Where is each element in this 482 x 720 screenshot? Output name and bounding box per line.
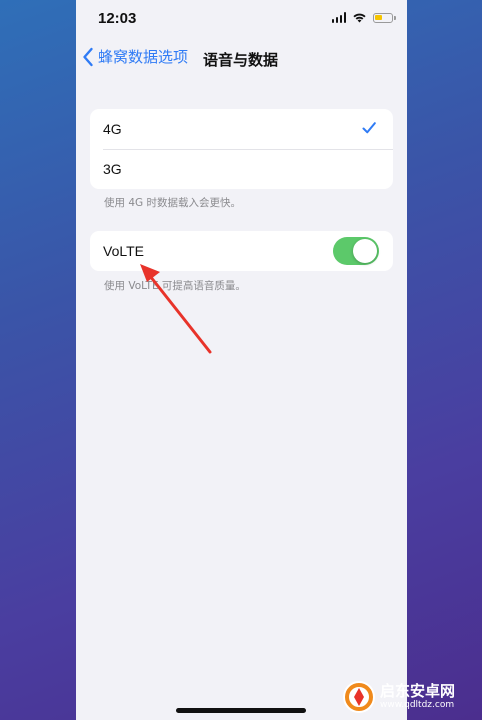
option-3g-label: 3G: [103, 161, 122, 177]
status-icons: [331, 12, 396, 23]
watermark: 启东安卓网 www.qdltdz.com: [342, 680, 455, 714]
chevron-left-icon: [83, 47, 93, 66]
phone-screen: 12:03 蜂窝数据选项 语音与数据 4G 3G 使用 4G 时数据载入会更快。…: [76, 0, 407, 720]
home-indicator: [176, 708, 306, 713]
watermark-url: www.qdltdz.com: [380, 700, 455, 710]
back-label: 蜂窝数据选项: [98, 48, 189, 66]
toggle-knob: [353, 239, 377, 263]
page-title: 语音与数据: [203, 51, 279, 69]
navigation-bar: 蜂窝数据选项 语音与数据: [76, 44, 407, 74]
cellular-signal-icon: [331, 12, 346, 23]
volte-label: VoLTE: [103, 243, 144, 259]
network-options-group: 4G 3G: [90, 109, 393, 189]
checkmark-icon: [362, 122, 376, 134]
wifi-icon: [353, 13, 366, 23]
network-footnote: 使用 4G 时数据载入会更快。: [104, 197, 241, 209]
status-time: 12:03: [98, 10, 137, 27]
battery-icon: [373, 12, 396, 23]
back-button[interactable]: 蜂窝数据选项: [82, 46, 188, 67]
volte-toggle[interactable]: [333, 237, 379, 265]
option-4g-label: 4G: [103, 121, 122, 137]
volte-footnote: 使用 VoLTE 可提高语音质量。: [104, 280, 246, 292]
status-bar: 12:03: [76, 0, 407, 40]
watermark-title: 启东安卓网: [380, 682, 456, 700]
option-3g[interactable]: 3G: [90, 149, 393, 189]
option-4g[interactable]: 4G: [90, 109, 393, 149]
battery-level: [375, 14, 382, 20]
watermark-text: 启东安卓网 www.qdltdz.com: [380, 683, 455, 711]
volte-group: VoLTE: [90, 231, 393, 271]
volte-row: VoLTE: [90, 231, 393, 271]
watermark-logo-icon: [343, 681, 375, 713]
